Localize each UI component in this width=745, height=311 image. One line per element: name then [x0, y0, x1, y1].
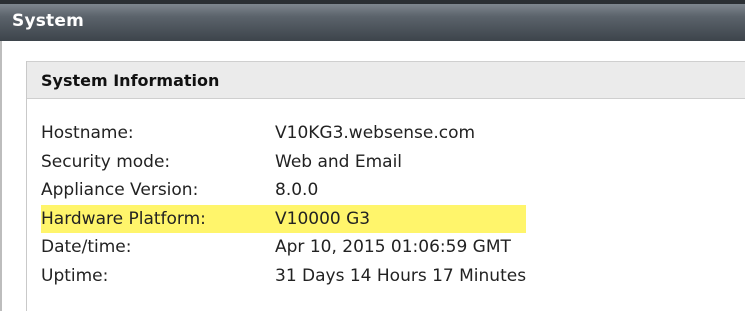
section-header: System Information	[27, 61, 745, 99]
security-mode-value: Web and Email	[275, 151, 403, 172]
date-time-label: Date/time:	[41, 237, 132, 258]
info-row-appliance-version: Appliance Version: 8.0.0	[41, 176, 526, 205]
uptime-value: 31 Days 14 Hours 17 Minutes	[275, 265, 527, 286]
info-row-date-time: Date/time: Apr 10, 2015 01:06:59 GMT	[41, 233, 526, 262]
page-title: System	[12, 11, 85, 31]
header-top-line	[0, 0, 745, 4]
system-info-table: Hostname: V10KG3.websense.com Security m…	[41, 119, 527, 291]
date-time-value: Apr 10, 2015 01:06:59 GMT	[275, 237, 511, 258]
hardware-platform-value: V10000 G3	[275, 204, 527, 233]
info-row-security-mode: Security mode: Web and Email	[41, 148, 526, 177]
info-row-hardware-platform: Hardware Platform: V10000 G3	[41, 204, 527, 233]
info-row-uptime: Uptime: 31 Days 14 Hours 17 Minutes	[41, 262, 526, 291]
hardware-platform-label: Hardware Platform:	[41, 204, 275, 233]
hostname-value: V10KG3.websense.com	[275, 123, 476, 144]
info-row-hostname: Hostname: V10KG3.websense.com	[41, 119, 526, 148]
appliance-version-value: 8.0.0	[275, 180, 319, 201]
system-header-bar: System	[0, 0, 745, 41]
appliance-version-label: Appliance Version:	[41, 180, 199, 201]
system-page: System System Information Hostname: V10K…	[0, 0, 745, 311]
section-title: System Information	[41, 71, 220, 90]
uptime-label: Uptime:	[41, 265, 109, 286]
hostname-label: Hostname:	[41, 123, 134, 144]
security-mode-label: Security mode:	[41, 151, 171, 172]
system-information-section: System Information Hostname: V10KG3.webs…	[26, 61, 745, 311]
hardware-platform-value-text: V10000 G3	[275, 208, 371, 229]
